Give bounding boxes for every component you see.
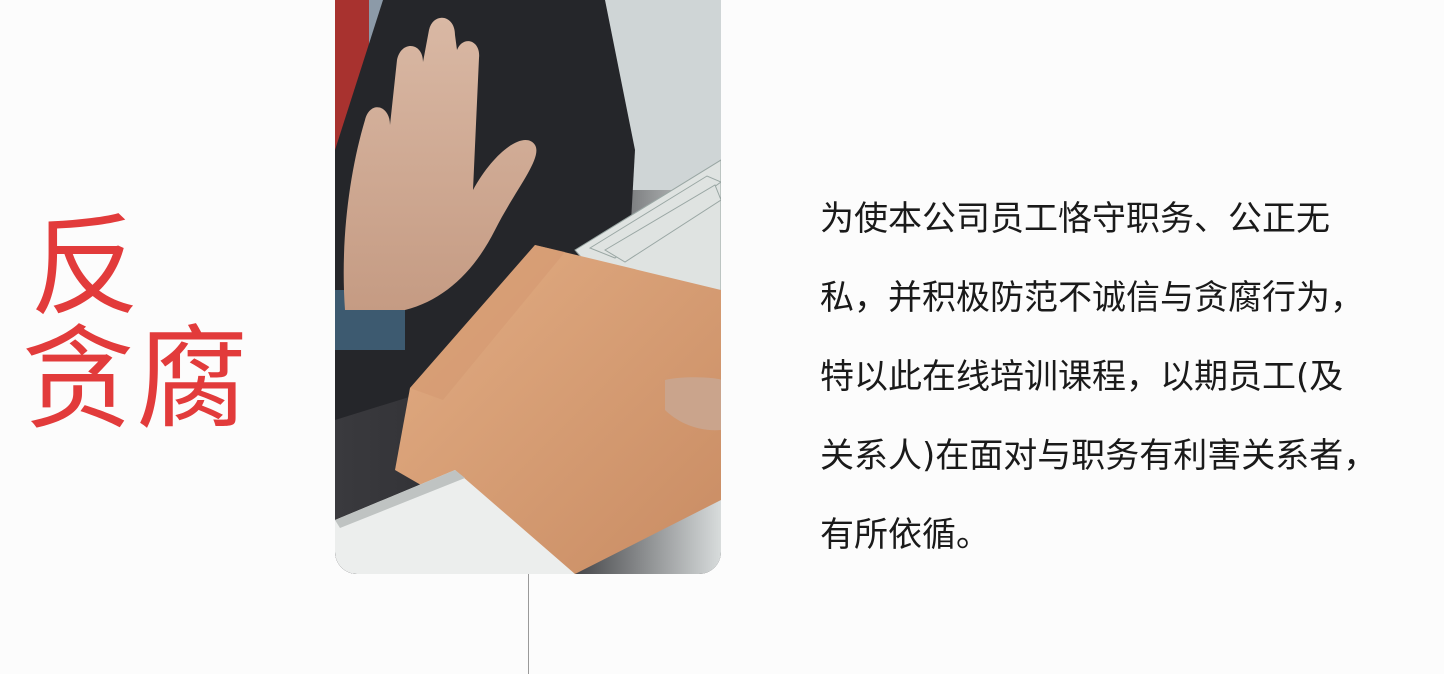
description-line: 特以此在线培训课程，以期员工(及	[820, 357, 1344, 397]
course-description: 为使本公司员工恪守职务、公正无 私，并积极防范不诚信与贪腐行为， 特以此在线培训…	[820, 196, 1430, 591]
description-line: 有所依循。	[820, 515, 990, 555]
bribery-refusal-photo	[335, 0, 721, 574]
divider-line	[528, 574, 529, 674]
slide-title-line2: 贪腐	[22, 315, 250, 445]
description-line: 关系人)在面对与职务有利害关系者，	[820, 436, 1378, 476]
slide-title-line1: 反	[30, 203, 140, 331]
description-line: 私，并积极防范不诚信与贪腐行为，	[820, 278, 1364, 318]
slide: 反 贪腐 为使本公司员工恪守职务、公正无 私，并积极防范不诚信与贪腐行为， 特以…	[0, 0, 1444, 674]
description-line: 为使本公司员工恪守职务、公正无	[820, 199, 1330, 239]
